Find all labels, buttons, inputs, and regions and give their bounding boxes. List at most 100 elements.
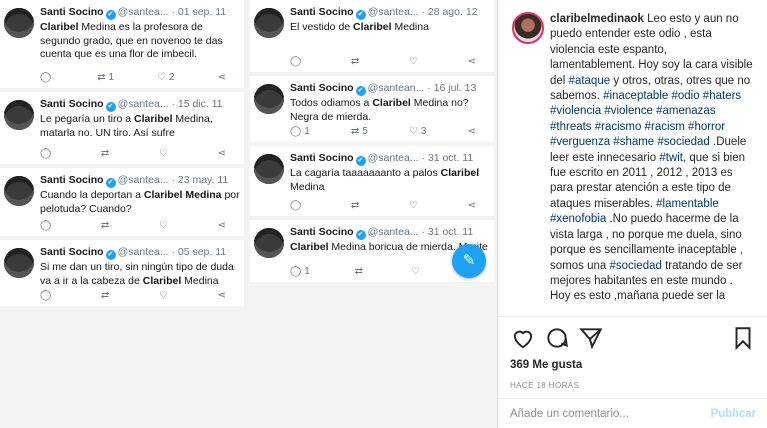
tweet-text-pre: La cagaría taaaaaaanto a palos xyxy=(290,167,441,179)
verified-badge-icon: ✔ xyxy=(105,10,116,20)
tweet-card: Santi Socino ✔ @santean... · 16 jul. 13 Tod… xyxy=(250,76,494,142)
tweet-header: Santi Socino ✔ @santea... · 05 sep. 11 xyxy=(40,245,240,260)
tweet-card: Santi Socino ✔ @santea... · 05 sep. 11 Si m… xyxy=(0,240,244,306)
avatar xyxy=(254,8,284,38)
hashtag-link[interactable]: #sociedad xyxy=(609,260,661,272)
retweet-icon: ⇄ xyxy=(350,126,360,137)
reply-icon: ◯ xyxy=(40,290,52,301)
reply-icon: ◯ xyxy=(290,126,302,137)
tweet-card: Santi Socino ✔ @santea... · 28 ago. 12 El v… xyxy=(250,0,494,72)
retweet-count: 1 xyxy=(108,72,115,83)
like-action: ♡ xyxy=(409,200,421,211)
avatar xyxy=(254,154,284,184)
verified-badge-icon: ✔ xyxy=(355,10,366,20)
avatar xyxy=(254,84,284,114)
author-handle: @santea... xyxy=(117,246,169,258)
avatar xyxy=(4,100,34,130)
retweet-icon: ⇄ xyxy=(100,220,110,231)
reply-action: ◯ xyxy=(40,72,54,83)
author-name: Santi Socino xyxy=(290,226,354,238)
author-handle: @santea... xyxy=(117,98,169,110)
retweet-action: ⇄ xyxy=(351,200,362,211)
bookmark-icon[interactable] xyxy=(730,325,756,351)
like-action: ♡ xyxy=(159,148,171,159)
tweet-header: Santi Socino ✔ @santea... · 31 oct. 11 xyxy=(290,151,490,166)
verified-badge-icon: ✔ xyxy=(105,102,116,112)
author-name: Santi Socino xyxy=(40,246,104,258)
tweet-text: Si me dan un tiro, sin ningún tipo de du… xyxy=(40,261,240,288)
tweet-text-highlight: Claribel Medina xyxy=(143,189,222,201)
heart-icon[interactable] xyxy=(510,325,536,351)
like-icon: ♡ xyxy=(408,126,418,137)
share-icon[interactable] xyxy=(578,325,604,351)
caption-text: Leo esto y aun no puedo entender este od… xyxy=(550,13,753,302)
tweet-header: Santi Socino ✔ @santean... · 16 jul. 13 xyxy=(290,81,490,96)
tweet-text: Le pegaría un tiro a Claribel Medina, ma… xyxy=(40,113,240,140)
share-action: ⋖ xyxy=(218,148,226,159)
retweet-action: ⇄ xyxy=(351,56,362,67)
tweet-text-pre: Todos odiamos a xyxy=(290,97,373,109)
tweet-text-highlight: Claribel xyxy=(142,274,182,287)
tweet-card: Santi Socino ✔ @santea... · 15 dic. 11 Le p… xyxy=(0,92,244,164)
reply-action: ◯ xyxy=(40,220,54,231)
retweet-icon: ⇄ xyxy=(97,72,106,83)
tweet-text-pre: Cuando la deportan a xyxy=(40,189,144,201)
reply-icon: ◯ xyxy=(40,72,52,83)
retweet-icon: ⇄ xyxy=(100,290,110,301)
comment-icon[interactable] xyxy=(544,325,570,351)
tweet-text-pre: El vestido de xyxy=(290,21,354,33)
tweet-header: Santi Socino ✔ @santea... · 15 dic. 11 xyxy=(40,97,240,112)
like-icon: ♡ xyxy=(157,72,167,83)
verified-badge-icon: ✔ xyxy=(105,178,116,188)
share-action: ⋖ xyxy=(468,56,476,67)
caption-area[interactable]: claribelmedinaok Leo esto y aun no puedo… xyxy=(498,0,767,316)
tweet-text: La cagaría taaaaaaanto a palos Claribel … xyxy=(290,167,490,194)
like-icon: ♡ xyxy=(410,266,420,277)
tweet-text-highlight: Claribel xyxy=(40,21,79,33)
like-action: ♡ xyxy=(159,290,171,301)
publish-button[interactable]: Publicar xyxy=(711,408,756,420)
tweet-header: Santi Socino ✔ @santea... · 31 oct. 11 xyxy=(290,225,490,240)
like-action: ♡ 2 xyxy=(157,72,175,83)
likes-count[interactable]: 369 Me gusta xyxy=(510,359,756,371)
avatar xyxy=(254,228,284,258)
retweet-action: ⇄ xyxy=(355,266,366,277)
retweet-icon: ⇄ xyxy=(350,56,360,67)
tweet-text-pre: Le pegaría un tiro a xyxy=(40,113,134,125)
share-action: ⋖ xyxy=(218,290,226,301)
tweet-date: · 28 ago. 12 xyxy=(421,6,478,18)
tweet-actions: ◯ ⇄ ♡ ⋖ xyxy=(40,220,226,231)
tweet-card: Santi Socino ✔ @santea... · 31 oct. 11 La c… xyxy=(250,146,494,216)
tweet-date: · 31 oct. 11 xyxy=(421,152,474,164)
share-icon: ⋖ xyxy=(217,220,226,231)
reply-icon: ◯ xyxy=(290,56,302,67)
tweet-text-highlight: Claribel xyxy=(290,241,329,253)
verified-badge-icon: ✔ xyxy=(355,86,366,96)
author-handle: @santea... xyxy=(367,6,419,18)
tweet-text-highlight: Claribel xyxy=(353,21,392,33)
author-handle: @santea... xyxy=(367,152,419,164)
tweet-date: · 01 sep. 11 xyxy=(171,6,227,18)
username-link[interactable]: claribelmedinaok xyxy=(550,13,644,25)
comment-input[interactable] xyxy=(510,407,711,420)
author-handle: @santean... xyxy=(367,82,425,94)
tweet-text-highlight: Claribel xyxy=(440,167,480,179)
like-icon: ♡ xyxy=(408,56,418,67)
post-time[interactable]: HACE 18 HORAS xyxy=(510,381,756,390)
hashtag-link[interactable]: #ataque xyxy=(569,75,611,87)
tweet-date: · 23 may. 11 xyxy=(171,174,229,186)
share-icon: ⋖ xyxy=(217,290,226,301)
comment-bar: Publicar xyxy=(498,398,767,428)
like-icon: ♡ xyxy=(408,200,418,211)
share-action: ⋖ xyxy=(468,126,476,137)
compose-tweet-button: ✎ xyxy=(452,244,486,278)
like-icon: ♡ xyxy=(158,148,168,159)
like-count: 3 xyxy=(420,126,427,137)
reply-icon: ◯ xyxy=(290,266,302,277)
share-icon: ⋖ xyxy=(467,200,476,211)
hashtag-link[interactable]: #twit xyxy=(659,152,683,164)
reply-action: ◯ 1 xyxy=(290,266,310,277)
author-name: Santi Socino xyxy=(40,6,104,18)
avatar[interactable] xyxy=(512,12,544,44)
reply-count: 1 xyxy=(304,266,310,277)
